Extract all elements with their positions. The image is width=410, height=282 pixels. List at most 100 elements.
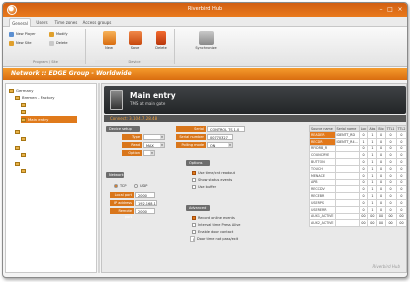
- status-events-checkbox[interactable]: Show status events: [192, 177, 232, 183]
- value-cell[interactable]: 0: [358, 198, 369, 207]
- value-cell[interactable]: 1: [367, 137, 378, 146]
- value-cell[interactable]: 00: [358, 212, 369, 221]
- value-cell[interactable]: 00: [384, 219, 397, 228]
- value-cell[interactable]: 0: [376, 131, 386, 139]
- source-name-cell[interactable]: READER: [309, 131, 336, 139]
- serial-name-cell[interactable]: [334, 144, 360, 153]
- value-cell[interactable]: 0: [358, 178, 369, 187]
- source-name-cell[interactable]: USERERR: [309, 205, 336, 214]
- tree-item-main-entry[interactable]: Main entry: [21, 116, 77, 123]
- value-cell[interactable]: 00: [358, 219, 369, 228]
- serial-name-cell[interactable]: [334, 185, 360, 194]
- value-cell[interactable]: 1: [358, 137, 369, 146]
- udp-radio[interactable]: UDP: [134, 183, 147, 189]
- table-row[interactable]: COUNCRYE 0 1 0 0 0: [309, 151, 406, 160]
- tree-item[interactable]: [21, 167, 28, 174]
- value-cell[interactable]: 00: [395, 212, 406, 221]
- value-cell[interactable]: 1: [367, 185, 378, 194]
- new-device-button[interactable]: New: [99, 30, 119, 56]
- online-events-checkbox[interactable]: Record online events: [192, 215, 235, 221]
- serial-name-cell[interactable]: [334, 171, 360, 180]
- table-row[interactable]: APB 0 1 0 0 0: [309, 178, 406, 187]
- local-port-input[interactable]: 2000: [135, 192, 155, 198]
- remote-port-input[interactable]: 2000: [135, 208, 155, 214]
- table-row[interactable]: RECDR IDENTT_R4... 1 1 0 0 0: [309, 137, 406, 146]
- table-row[interactable]: BUTTON 0 1 0 0 0: [309, 158, 406, 166]
- source-name-cell[interactable]: MENACE: [309, 171, 336, 180]
- source-name-cell[interactable]: RECDR: [309, 137, 336, 146]
- value-cell[interactable]: 0: [384, 178, 397, 187]
- value-cell[interactable]: 1: [367, 131, 378, 139]
- serial-name-cell[interactable]: IDENTT_R4...: [334, 137, 360, 146]
- value-cell[interactable]: 0: [358, 192, 369, 200]
- value-cell[interactable]: 0: [376, 171, 386, 180]
- value-cell[interactable]: 0: [376, 137, 386, 146]
- source-name-cell[interactable]: AUX2_ACTIVE: [309, 219, 336, 228]
- tab-access-groups[interactable]: Access groups: [81, 18, 113, 27]
- value-cell[interactable]: 0: [358, 205, 369, 214]
- value-cell[interactable]: 1: [367, 164, 378, 173]
- tree-item-bremen[interactable]: Bremen - Factory: [15, 94, 55, 101]
- tree-item[interactable]: [21, 101, 28, 108]
- value-cell[interactable]: 1: [367, 151, 378, 160]
- value-cell[interactable]: 0: [395, 178, 406, 187]
- source-name-cell[interactable]: AUX1_ACTIVE: [309, 212, 336, 221]
- value-cell[interactable]: 0: [376, 164, 386, 173]
- serial-name-cell[interactable]: [334, 219, 360, 228]
- table-row[interactable]: RFIDRB_R 0 1 0 0 0: [309, 144, 406, 153]
- value-cell[interactable]: 1: [367, 158, 378, 166]
- value-cell[interactable]: 0: [395, 137, 406, 146]
- value-cell[interactable]: 0: [395, 164, 406, 173]
- tab-time-zones[interactable]: Time zones: [53, 18, 79, 27]
- value-cell[interactable]: 0: [358, 131, 369, 139]
- value-cell[interactable]: 0: [358, 144, 369, 153]
- value-cell[interactable]: 0: [395, 158, 406, 166]
- serial-input[interactable]: CONTROL TS 1.0: [207, 126, 245, 132]
- new-site-button[interactable]: New Site: [8, 40, 31, 47]
- press-alive-checkbox[interactable]: Interval time Press Alive: [192, 222, 240, 228]
- serial-name-cell[interactable]: [334, 192, 360, 200]
- table-row[interactable]: USERERR 0 1 0 0 0: [309, 205, 406, 214]
- tree-item[interactable]: [21, 151, 28, 158]
- value-cell[interactable]: 0: [376, 205, 386, 214]
- tab-general[interactable]: General: [9, 18, 31, 27]
- value-cell[interactable]: 0: [395, 185, 406, 194]
- value-cell[interactable]: 0: [384, 158, 397, 166]
- serial-name-cell[interactable]: [334, 158, 360, 166]
- close-icon[interactable]: ×: [396, 6, 404, 13]
- source-name-cell[interactable]: APB: [309, 178, 336, 187]
- value-cell[interactable]: 1: [367, 144, 378, 153]
- value-cell[interactable]: 0: [384, 137, 397, 146]
- value-cell[interactable]: 00: [376, 219, 386, 228]
- serial-name-cell[interactable]: [334, 151, 360, 160]
- value-cell[interactable]: 1: [367, 178, 378, 187]
- value-cell[interactable]: 0: [384, 131, 397, 139]
- value-cell[interactable]: 0: [395, 192, 406, 200]
- tree-item[interactable]: [15, 160, 22, 167]
- value-cell[interactable]: 0: [395, 131, 406, 139]
- value-cell[interactable]: 0: [395, 198, 406, 207]
- source-name-cell[interactable]: RECCDV: [309, 185, 336, 194]
- serial-number-input[interactable]: 00770327: [207, 134, 233, 140]
- use-buffer-checkbox[interactable]: Use buffer: [192, 184, 216, 190]
- value-cell[interactable]: 00: [367, 212, 378, 221]
- value-cell[interactable]: 1: [367, 205, 378, 214]
- source-name-cell[interactable]: TOUCH: [309, 164, 336, 173]
- value-cell[interactable]: 0: [376, 178, 386, 187]
- polling-mode-select[interactable]: ON ▾: [207, 142, 233, 148]
- value-cell[interactable]: 0: [384, 164, 397, 173]
- read-mode-select[interactable]: MAX ▾: [143, 142, 165, 148]
- tree-item[interactable]: [21, 135, 28, 142]
- value-cell[interactable]: 0: [384, 144, 397, 153]
- serial-name-cell[interactable]: [334, 212, 360, 221]
- value-cell[interactable]: 0: [384, 151, 397, 160]
- type-select[interactable]: ▾: [143, 134, 165, 140]
- value-cell[interactable]: 0: [358, 164, 369, 173]
- serial-name-cell[interactable]: [334, 178, 360, 187]
- value-cell[interactable]: 00: [395, 219, 406, 228]
- value-cell[interactable]: 0: [376, 151, 386, 160]
- serial-name-cell[interactable]: [334, 198, 360, 207]
- table-row[interactable]: READER IDENTT_RD 0 1 0 0 0: [309, 131, 406, 139]
- table-row[interactable]: AUX1_ACTIVE 00 00 00 00 00: [309, 212, 406, 221]
- synchronize-button[interactable]: Synchronize: [193, 30, 219, 56]
